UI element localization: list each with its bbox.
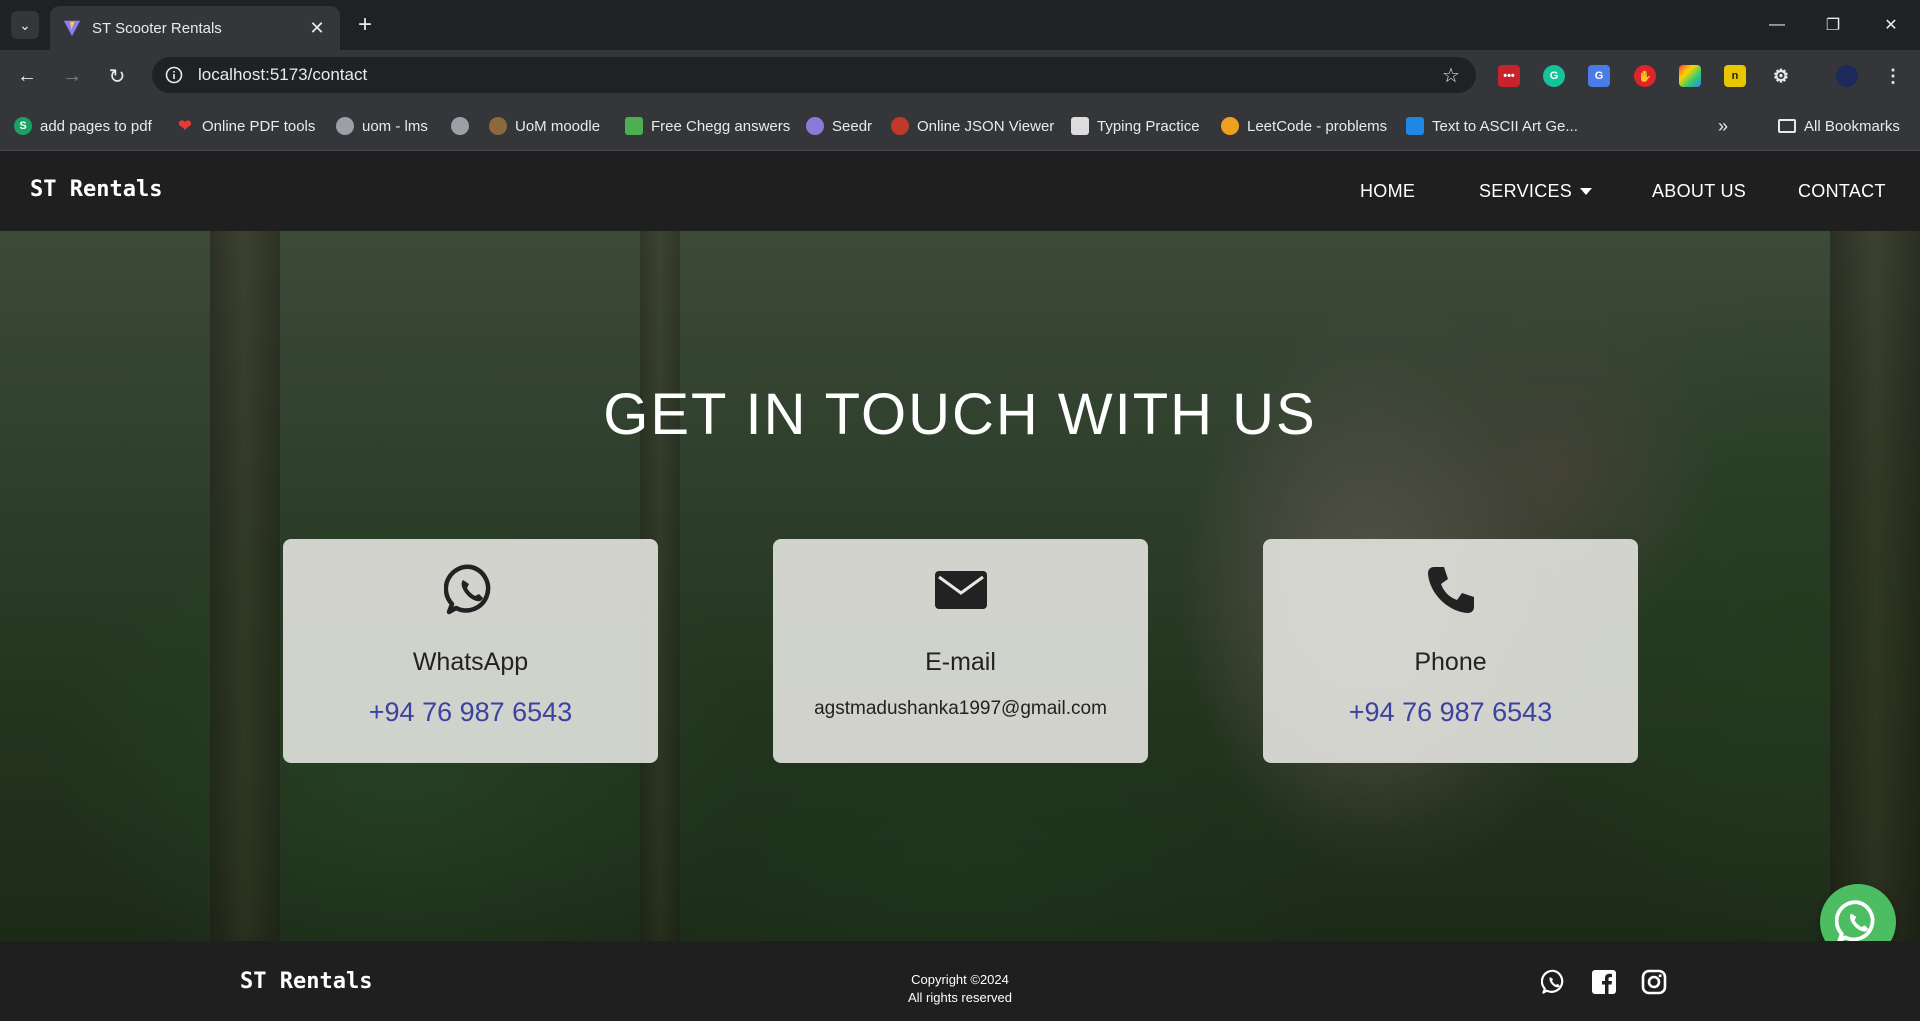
whatsapp-card: WhatsApp +94 76 987 6543	[283, 539, 658, 763]
site-info-icon[interactable]	[162, 63, 186, 87]
all-bookmarks-label: All Bookmarks	[1804, 117, 1900, 135]
address-bar[interactable]: localhost:5173/contact ☆	[152, 57, 1476, 93]
moodle-icon	[489, 117, 507, 135]
globe-icon	[336, 117, 354, 135]
bookmark-label: Text to ASCII Art Ge...	[1432, 117, 1578, 135]
restore-button[interactable]: ❐	[1818, 10, 1848, 40]
grammarly-extension-icon[interactable]: G	[1543, 65, 1565, 87]
email-card: E-mail agstmadushanka1997@gmail.com	[773, 539, 1148, 763]
bookmark-item[interactable]: Online JSON Viewer	[891, 114, 1054, 138]
background-tree-trunk	[210, 231, 280, 941]
whatsapp-card-title: WhatsApp	[412, 648, 529, 676]
whatsapp-icon	[283, 563, 658, 619]
profile-avatar[interactable]	[1836, 65, 1858, 87]
bookmark-item[interactable]	[451, 114, 477, 138]
envelope-icon	[773, 563, 1148, 619]
footer-whatsapp-icon[interactable]	[1540, 968, 1568, 996]
bookmark-label: uom - lms	[362, 117, 428, 135]
reload-button[interactable]: ↻	[102, 61, 132, 91]
close-tab-icon[interactable]: ✕	[304, 15, 330, 41]
footer-facebook-icon[interactable]	[1590, 968, 1618, 996]
notes-extension-icon[interactable]: n	[1724, 65, 1746, 87]
email-address-link[interactable]: agstmadushanka1997@gmail.com	[773, 698, 1148, 720]
react-icon	[1406, 117, 1424, 135]
web-page: ST Rentals HOME SERVICES ABOUT US CONTAC…	[0, 151, 1920, 1021]
vite-favicon-icon	[62, 18, 82, 38]
bookmark-item[interactable]: ❤ Online PDF tools	[176, 114, 315, 138]
nav-services[interactable]: SERVICES	[1479, 181, 1593, 202]
bookmark-item[interactable]: Typing Practice	[1071, 114, 1200, 138]
page-title: GET IN TOUCH WITH US	[603, 382, 1317, 447]
folder-icon	[1778, 119, 1796, 133]
active-tab[interactable]: ST Scooter Rentals ✕	[50, 6, 340, 50]
contact-hero: GET IN TOUCH WITH US WhatsApp +94 76 987…	[0, 231, 1920, 941]
keyboard-icon	[1071, 117, 1089, 135]
adblock-extension-icon[interactable]: ✋	[1634, 65, 1656, 87]
bookmark-item[interactable]: uom - lms	[336, 114, 428, 138]
phone-card-title: Phone	[1414, 648, 1487, 676]
footer-copyright: Copyright ©2024 All rights reserved	[860, 971, 1060, 1007]
phone-icon	[1263, 563, 1638, 619]
background-tree-trunk	[1830, 231, 1920, 941]
caret-down-icon	[1580, 188, 1593, 195]
footer-instagram-icon[interactable]	[1640, 968, 1668, 996]
footer-brand: ST Rentals	[240, 969, 373, 994]
translate-extension-icon[interactable]: G	[1588, 65, 1610, 87]
email-card-title: E-mail	[925, 648, 996, 676]
bookmark-item[interactable]: LeetCode - problems	[1221, 114, 1387, 138]
nav-services-label: SERVICES	[1479, 181, 1573, 201]
rights-line: All rights reserved	[907, 990, 1013, 1005]
leetcode-icon	[1221, 117, 1239, 135]
bookmark-item[interactable]: S add pages to pdf	[14, 114, 152, 138]
whatsapp-number-link[interactable]: +94 76 987 6543	[283, 697, 658, 728]
color-picker-extension-icon[interactable]	[1679, 65, 1701, 87]
back-button[interactable]: ←	[12, 61, 42, 91]
phone-number-link[interactable]: +94 76 987 6543	[1263, 697, 1638, 728]
site-footer: ST Rentals Copyright ©2024 All rights re…	[0, 941, 1920, 1021]
forward-button[interactable]: →	[57, 61, 87, 91]
site-brand[interactable]: ST Rentals	[30, 177, 162, 202]
bookmark-label: Online PDF tools	[202, 117, 316, 135]
nav-contact[interactable]: CONTACT	[1798, 181, 1886, 202]
phone-card: Phone +94 76 987 6543	[1263, 539, 1638, 763]
chevron-down-icon: ⌄	[19, 16, 31, 33]
seedr-icon	[806, 117, 824, 135]
bookmarks-overflow-button[interactable]: »	[1718, 114, 1728, 138]
browser-toolbar: ← → ↻ localhost:5173/contact ☆ ••• G G ✋…	[0, 50, 1920, 100]
all-bookmarks-button[interactable]: All Bookmarks	[1778, 114, 1900, 138]
more-menu-icon[interactable]: ⋮	[1882, 65, 1904, 87]
extensions-puzzle-icon[interactable]: ⚙	[1770, 65, 1792, 87]
bookmark-label: Free Chegg answers	[651, 117, 791, 135]
bookmark-star-icon[interactable]: ☆	[1436, 60, 1466, 90]
bookmark-label: Seedr	[832, 117, 873, 135]
url-text: localhost:5173/contact	[198, 65, 368, 84]
site-header: ST Rentals HOME SERVICES ABOUT US CONTAC…	[0, 151, 1920, 231]
copyright-line: Copyright ©2024	[911, 972, 1009, 987]
bookmark-item[interactable]: Free Chegg answers	[625, 114, 790, 138]
nav-about[interactable]: ABOUT US	[1652, 181, 1746, 202]
bookmark-label: add pages to pdf	[40, 117, 152, 135]
bookmarks-bar: S add pages to pdf ❤ Online PDF tools uo…	[0, 100, 1920, 151]
tab-title: ST Scooter Rentals	[92, 19, 222, 37]
bookmark-label: Online JSON Viewer	[917, 117, 1055, 135]
globe-icon	[451, 117, 469, 135]
whatsapp-icon	[1835, 900, 1875, 943]
close-window-button[interactable]: ✕	[1876, 10, 1906, 40]
books-icon	[625, 117, 643, 135]
bookmark-item[interactable]: Text to ASCII Art Ge...	[1406, 114, 1578, 138]
minimize-button[interactable]: —	[1762, 10, 1792, 40]
bookmark-label: Typing Practice	[1097, 117, 1200, 135]
heart-icon: ❤	[178, 118, 192, 135]
lastpass-extension-icon[interactable]: •••	[1498, 65, 1520, 87]
browser-tab-strip: ⌄ ST Scooter Rentals ✕ + — ❐ ✕	[0, 0, 1920, 50]
s-green-icon: S	[14, 117, 32, 135]
bookmark-item[interactable]: UoM moodle	[489, 114, 600, 138]
bookmark-label: LeetCode - problems	[1247, 117, 1388, 135]
new-tab-button[interactable]: +	[352, 11, 378, 38]
tab-search-button[interactable]: ⌄	[11, 11, 39, 39]
nav-home[interactable]: HOME	[1360, 181, 1415, 202]
json-icon	[891, 117, 909, 135]
bookmark-item[interactable]: Seedr	[806, 114, 872, 138]
bookmark-label: UoM moodle	[515, 117, 601, 135]
